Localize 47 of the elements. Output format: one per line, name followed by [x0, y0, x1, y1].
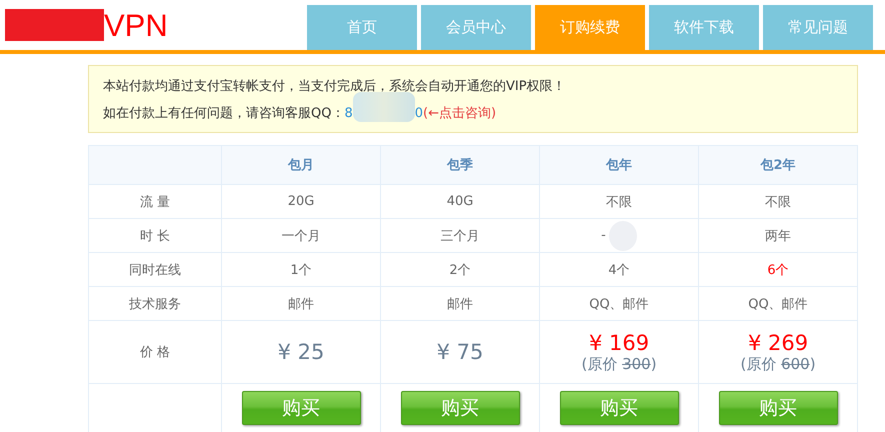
column-header: 包月: [222, 146, 381, 185]
table-cell: QQ、邮件: [699, 287, 858, 321]
original-price: (原价 300): [581, 354, 657, 374]
buy-button[interactable]: 购买: [242, 391, 360, 425]
row-label: 时 长: [89, 219, 222, 253]
consult-link[interactable]: (←点击咨询): [423, 104, 496, 122]
buy-button[interactable]: 购买: [400, 391, 520, 425]
nav-tab[interactable]: 软件下载: [649, 5, 759, 50]
price: ¥ 25: [278, 340, 324, 364]
row-label: 流 量: [89, 185, 222, 219]
logo[interactable]: VPN: [104, 10, 168, 40]
row-label: 价 格: [89, 321, 222, 384]
nav-tab[interactable]: 常见问题: [763, 5, 873, 50]
blur-patch: [352, 92, 415, 122]
table-cell: 4个: [540, 253, 699, 287]
table-cell: 2个: [381, 253, 540, 287]
nav-tab[interactable]: 会员中心: [421, 5, 531, 50]
row-label: 同时在线: [89, 253, 222, 287]
table-cell: 邮件: [381, 287, 540, 321]
column-header: 包季: [381, 146, 540, 185]
table-cell: 6个: [699, 253, 858, 287]
table-cell: -: [540, 219, 699, 253]
nav-tab[interactable]: 首页: [307, 5, 417, 50]
nav-tab[interactable]: 订购续费: [535, 5, 645, 50]
qq-number[interactable]: 8: [344, 106, 353, 120]
row-label: 技术服务: [89, 287, 222, 321]
buy-button[interactable]: 购买: [718, 391, 838, 425]
table-cell: 一个月: [222, 219, 381, 253]
notice-text: 本站付款均通过支付宝转帐支付，当支付完成后，系统会自动开通您的VIP权限！: [103, 78, 566, 95]
table-cell: 1个: [222, 253, 381, 287]
table-cell: 两年: [699, 219, 858, 253]
buy-button[interactable]: 购买: [560, 391, 678, 425]
original-price: (原价 600): [740, 354, 816, 374]
price: ¥ 169: [588, 330, 650, 354]
table-cell: 邮件: [222, 287, 381, 321]
price: ¥ 269: [748, 330, 808, 354]
price: ¥ 75: [436, 340, 484, 364]
column-header: 包2年: [699, 146, 858, 185]
column-header: 包年: [540, 146, 699, 185]
qq-number[interactable]: 0: [414, 106, 424, 120]
table-cell: 40G: [381, 185, 540, 219]
notice-text: 如在付款上有任何问题，请咨询客服QQ：: [103, 105, 344, 122]
table-cell: QQ、邮件: [540, 287, 699, 321]
table-cell: 不限: [699, 185, 858, 219]
table-cell: 三个月: [381, 219, 540, 253]
table-cell: 20G: [222, 185, 381, 219]
table-cell: 不限: [540, 185, 699, 219]
